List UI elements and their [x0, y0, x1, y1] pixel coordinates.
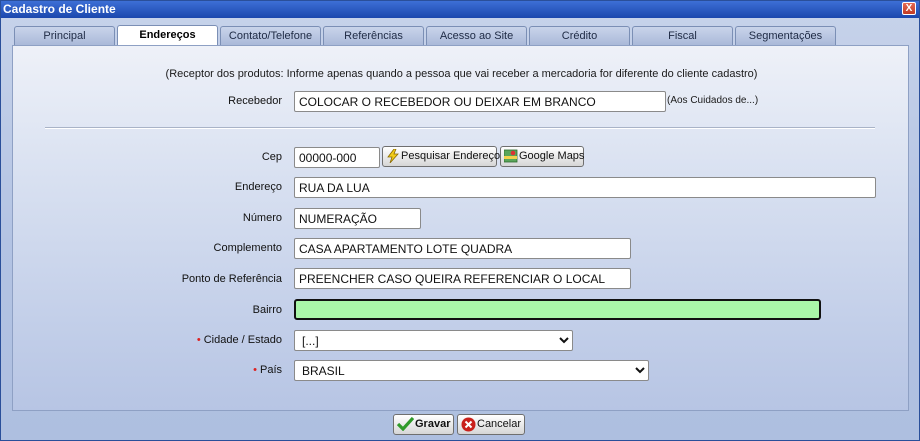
cidade-estado-label: • Cidade / Estado: [82, 334, 282, 346]
close-icon: X: [905, 3, 913, 14]
complemento-label: Complemento: [213, 242, 282, 254]
pais-select[interactable]: BRASIL: [294, 360, 649, 381]
numero-label: Número: [242, 212, 282, 224]
close-button[interactable]: X: [902, 2, 916, 15]
google-maps-label: Google Maps: [519, 150, 585, 162]
numero-input[interactable]: [294, 208, 421, 229]
recebedor-input[interactable]: [294, 91, 666, 112]
bairro-input[interactable]: [294, 299, 821, 320]
endereco-input[interactable]: [294, 177, 876, 198]
ponto-referencia-input[interactable]: [294, 268, 631, 289]
section-divider: [45, 127, 875, 129]
lightning-icon: [387, 149, 399, 164]
recebedor-info-text: (Receptor dos produtos: Informe apenas q…: [165, 68, 758, 80]
title-bar: Cadastro de Cliente X: [1, 1, 919, 18]
tab-contato-telefone[interactable]: Contato/Telefone: [220, 26, 321, 45]
cancelar-button[interactable]: Cancelar: [457, 414, 525, 435]
pais-label-text: País: [259, 364, 282, 376]
required-mark: •: [196, 334, 201, 346]
tab-principal[interactable]: Principal: [14, 26, 115, 45]
gravar-button[interactable]: Gravar: [393, 414, 454, 435]
ponto-referencia-label: Ponto de Referência: [181, 273, 282, 285]
tab-fiscal[interactable]: Fiscal: [632, 26, 733, 45]
cancelar-label: Cancelar: [477, 418, 522, 430]
footer-bar: Gravar Cancelar: [1, 411, 919, 441]
pais-label: • País: [82, 364, 282, 376]
cep-label: Cep: [261, 151, 282, 163]
gravar-label: Gravar: [415, 418, 451, 430]
pesquisar-endereco-button[interactable]: Pesquisar Endereço: [382, 146, 501, 167]
cadastro-cliente-window: Cadastro de Cliente X Principal Endereço…: [0, 0, 920, 441]
tab-acesso-site[interactable]: Acesso ao Site: [426, 26, 527, 45]
google-maps-button[interactable]: Google Maps: [500, 146, 584, 167]
checkmark-icon: [397, 417, 414, 432]
tab-segmentacoes[interactable]: Segmentações: [735, 26, 836, 45]
recebedor-note: (Aos Cuidados de...): [667, 95, 759, 106]
cep-input[interactable]: [294, 147, 380, 168]
complemento-input[interactable]: [294, 238, 631, 259]
window-title: Cadastro de Cliente: [3, 2, 116, 16]
required-mark: •: [253, 364, 257, 376]
tab-referencias[interactable]: Referências: [323, 26, 424, 45]
enderecos-panel: (Receptor dos produtos: Informe apenas q…: [12, 45, 909, 411]
tab-enderecos[interactable]: Endereços: [117, 25, 218, 46]
cidade-estado-label-text: Cidade / Estado: [203, 334, 282, 346]
cidade-estado-select[interactable]: [...]: [294, 330, 573, 351]
bairro-label: Bairro: [252, 304, 282, 316]
cancel-icon: [461, 417, 476, 432]
recebedor-label: Recebedor: [228, 95, 282, 107]
tab-credito[interactable]: Crédito: [529, 26, 630, 45]
endereco-label: Endereço: [234, 181, 282, 193]
pesquisar-endereco-label: Pesquisar Endereço: [401, 150, 501, 162]
map-icon: [504, 149, 518, 163]
